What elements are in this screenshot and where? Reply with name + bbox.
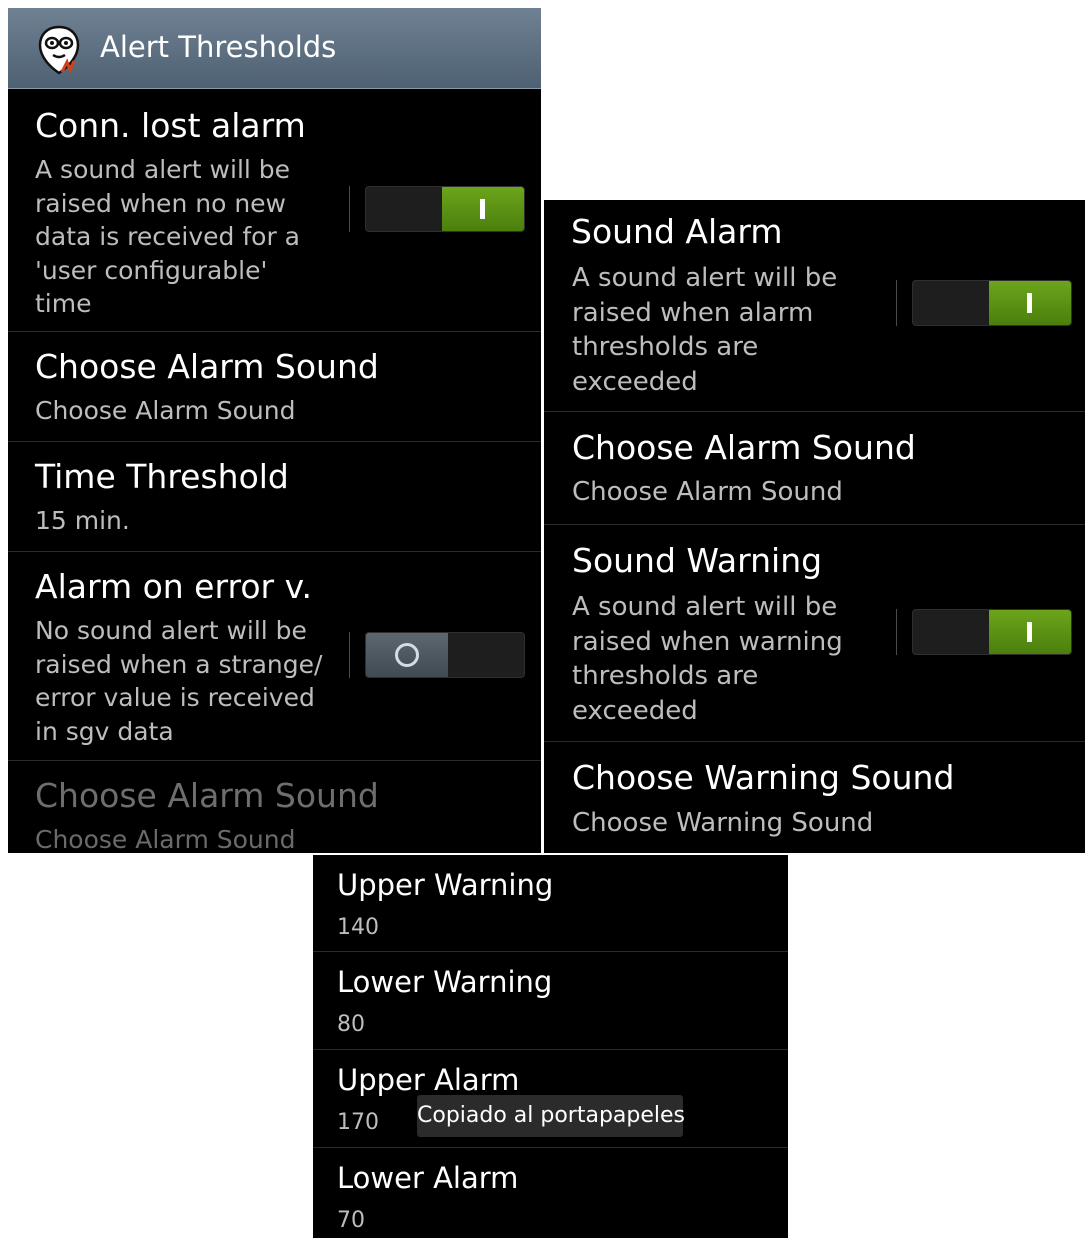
- preference-title: Lower Warning: [337, 965, 553, 999]
- preference-title: Lower Alarm: [337, 1161, 519, 1195]
- preference-summary: A sound alert will be raised when no new…: [35, 155, 300, 318]
- preference-summary: 15 min.: [35, 506, 130, 535]
- screen-title: Alert Thresholds: [100, 30, 337, 64]
- preference-summary: No sound alert will be raised when a str…: [35, 616, 323, 746]
- preference-value: 70: [337, 1208, 365, 1233]
- preference-summary: Choose Alarm Sound: [572, 477, 843, 507]
- alien-face-icon[interactable]: [38, 25, 80, 75]
- preference-title: Choose Alarm Sound: [35, 347, 379, 386]
- alert-thresholds-screen: Alert Thresholds Conn. lost alarm A soun…: [8, 8, 541, 853]
- preference-summary: Choose Alarm Sound: [35, 825, 296, 853]
- conn-lost-alarm-switch[interactable]: [365, 186, 525, 232]
- toast-message: Copiado al portapapeles: [417, 1095, 685, 1137]
- sound-settings-screen: Sound Alarm A sound alert will be raised…: [544, 200, 1085, 853]
- preference-title: Choose Alarm Sound: [35, 776, 379, 815]
- preference-title: Choose Warning Sound: [572, 758, 955, 797]
- switch-divider: [349, 632, 350, 678]
- time-threshold-preference[interactable]: Time Threshold 15 min.: [8, 442, 541, 552]
- alarm-on-error-switch[interactable]: [365, 632, 525, 678]
- preference-title: Sound Alarm: [571, 212, 783, 251]
- choose-alarm-sound-disabled-preference: Choose Alarm Sound Choose Alarm Sound: [8, 761, 541, 853]
- preference-title: Alarm on error v.: [35, 567, 313, 606]
- switch-thumb-on: [442, 187, 524, 231]
- sound-warning-preference[interactable]: Sound Warning A sound alert will be rais…: [544, 525, 1085, 742]
- preference-summary: Choose Warning Sound: [572, 808, 874, 838]
- choose-alarm-sound-preference[interactable]: Choose Alarm Sound Choose Alarm Sound: [544, 412, 1085, 525]
- switch-thumb-on: [989, 281, 1071, 325]
- preference-title: Upper Warning: [337, 868, 554, 902]
- switch-divider: [896, 280, 897, 326]
- lower-warning-preference[interactable]: Lower Warning 80: [313, 952, 788, 1050]
- preference-value: 170: [337, 1110, 379, 1135]
- preference-summary: A sound alert will be raised when alarm …: [572, 263, 838, 397]
- switch-divider: [896, 609, 897, 655]
- preference-title: Choose Alarm Sound: [572, 428, 916, 467]
- preference-title: Time Threshold: [35, 457, 289, 496]
- conn-lost-alarm-preference[interactable]: Conn. lost alarm A sound alert will be r…: [8, 89, 541, 332]
- preference-value: 80: [337, 1012, 365, 1037]
- threshold-values-screen: Upper Warning 140 Lower Warning 80 Upper…: [313, 855, 788, 1238]
- switch-thumb-off: [366, 633, 448, 677]
- preference-title: Sound Warning: [572, 541, 823, 580]
- sound-alarm-switch[interactable]: [912, 280, 1072, 326]
- preference-title: Upper Alarm: [337, 1063, 520, 1097]
- switch-thumb-on: [989, 610, 1071, 654]
- alarm-on-error-preference[interactable]: Alarm on error v. No sound alert will be…: [8, 552, 541, 761]
- preference-title: Conn. lost alarm: [35, 106, 306, 145]
- preference-summary: A sound alert will be raised when warnin…: [572, 592, 843, 726]
- switch-divider: [349, 186, 350, 232]
- choose-warning-sound-preference[interactable]: Choose Warning Sound Choose Warning Soun…: [544, 742, 1085, 853]
- lower-alarm-preference[interactable]: Lower Alarm 70: [313, 1148, 788, 1238]
- preference-value: 140: [337, 915, 379, 940]
- upper-warning-preference[interactable]: Upper Warning 140: [313, 855, 788, 952]
- sound-alarm-preference[interactable]: Sound Alarm A sound alert will be raised…: [544, 200, 1085, 412]
- sound-warning-switch[interactable]: [912, 609, 1072, 655]
- preference-summary: Choose Alarm Sound: [35, 396, 296, 425]
- choose-alarm-sound-preference[interactable]: Choose Alarm Sound Choose Alarm Sound: [8, 332, 541, 442]
- action-bar: Alert Thresholds: [8, 8, 541, 89]
